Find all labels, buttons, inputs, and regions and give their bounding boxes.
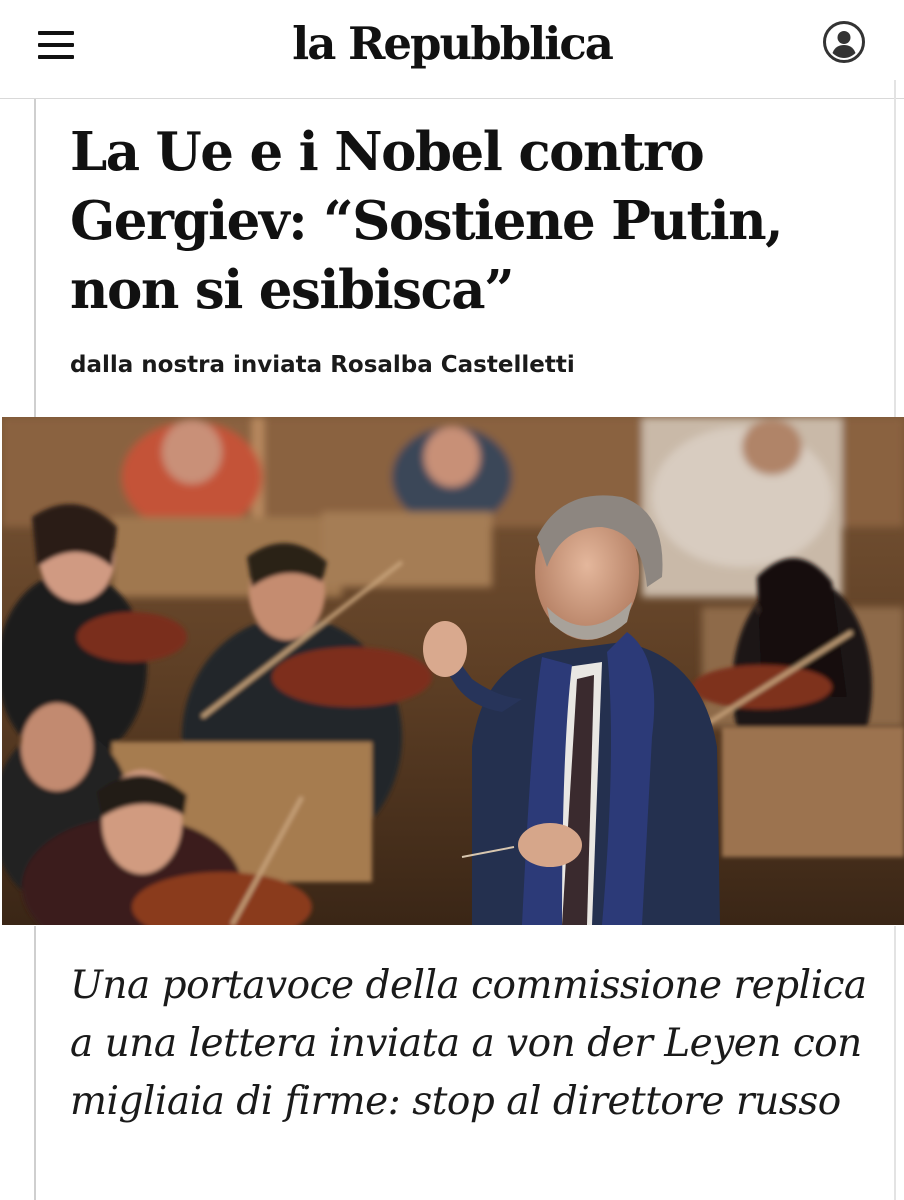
top-navigation-bar: la Repubblica (0, 0, 904, 99)
content-frame-border (34, 926, 36, 1200)
article-photo[interactable] (2, 417, 904, 925)
site-logo[interactable]: la Repubblica (0, 12, 904, 76)
user-account-icon[interactable] (822, 20, 866, 64)
article-summary: Una portavoce della commissione replica … (70, 963, 867, 1124)
content-frame-border (34, 99, 36, 417)
content-frame-border (894, 80, 896, 417)
content-frame-border (894, 926, 896, 1200)
article-title: La Ue e i Nobel contro Gergiev: “Sostien… (70, 121, 784, 321)
article-byline: dalla nostra inviata Rosalba Castelletti (70, 352, 575, 378)
